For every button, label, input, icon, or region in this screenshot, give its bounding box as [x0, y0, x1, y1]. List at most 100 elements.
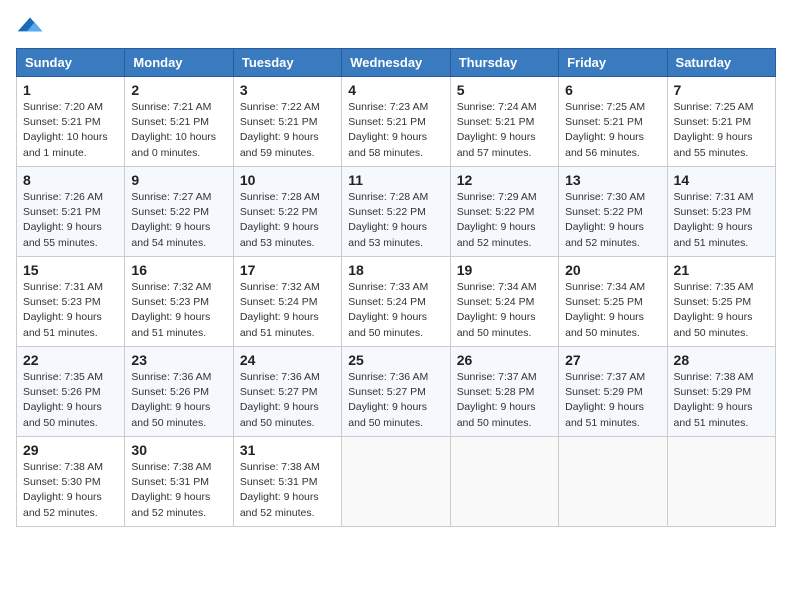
sunset-label: Sunset: 5:24 PM [240, 296, 318, 308]
daylight-label: Daylight: 9 hours and 50 minutes. [348, 401, 427, 428]
sunrise-label: Sunrise: 7:26 AM [23, 191, 103, 203]
daylight-label: Daylight: 9 hours and 52 minutes. [457, 221, 536, 248]
cell-content: Sunrise: 7:28 AM Sunset: 5:22 PM Dayligh… [240, 190, 335, 251]
day-number: 9 [131, 172, 226, 188]
day-number: 22 [23, 352, 118, 368]
sunset-label: Sunset: 5:22 PM [457, 206, 535, 218]
daylight-label: Daylight: 9 hours and 55 minutes. [674, 131, 753, 158]
calendar-cell: 24 Sunrise: 7:36 AM Sunset: 5:27 PM Dayl… [233, 347, 341, 437]
daylight-label: Daylight: 9 hours and 58 minutes. [348, 131, 427, 158]
calendar-cell: 31 Sunrise: 7:38 AM Sunset: 5:31 PM Dayl… [233, 437, 341, 527]
calendar-cell: 4 Sunrise: 7:23 AM Sunset: 5:21 PM Dayli… [342, 77, 450, 167]
sunset-label: Sunset: 5:31 PM [131, 476, 209, 488]
weekday-header-friday: Friday [559, 49, 667, 77]
sunrise-label: Sunrise: 7:24 AM [457, 101, 537, 113]
sunrise-label: Sunrise: 7:38 AM [674, 371, 754, 383]
daylight-label: Daylight: 9 hours and 51 minutes. [131, 311, 210, 338]
logo-icon [16, 16, 44, 36]
weekday-header-sunday: Sunday [17, 49, 125, 77]
cell-content: Sunrise: 7:25 AM Sunset: 5:21 PM Dayligh… [674, 100, 769, 161]
calendar-week-row: 15 Sunrise: 7:31 AM Sunset: 5:23 PM Dayl… [17, 257, 776, 347]
day-number: 23 [131, 352, 226, 368]
sunset-label: Sunset: 5:21 PM [23, 116, 101, 128]
day-number: 8 [23, 172, 118, 188]
sunrise-label: Sunrise: 7:38 AM [131, 461, 211, 473]
daylight-label: Daylight: 9 hours and 50 minutes. [23, 401, 102, 428]
day-number: 25 [348, 352, 443, 368]
cell-content: Sunrise: 7:38 AM Sunset: 5:31 PM Dayligh… [240, 460, 335, 521]
sunrise-label: Sunrise: 7:20 AM [23, 101, 103, 113]
sunrise-label: Sunrise: 7:35 AM [674, 281, 754, 293]
calendar-week-row: 29 Sunrise: 7:38 AM Sunset: 5:30 PM Dayl… [17, 437, 776, 527]
sunset-label: Sunset: 5:24 PM [457, 296, 535, 308]
sunset-label: Sunset: 5:21 PM [23, 206, 101, 218]
cell-content: Sunrise: 7:30 AM Sunset: 5:22 PM Dayligh… [565, 190, 660, 251]
day-number: 18 [348, 262, 443, 278]
sunrise-label: Sunrise: 7:29 AM [457, 191, 537, 203]
cell-content: Sunrise: 7:32 AM Sunset: 5:23 PM Dayligh… [131, 280, 226, 341]
day-number: 6 [565, 82, 660, 98]
daylight-label: Daylight: 9 hours and 55 minutes. [23, 221, 102, 248]
daylight-label: Daylight: 9 hours and 51 minutes. [565, 401, 644, 428]
calendar-cell: 17 Sunrise: 7:32 AM Sunset: 5:24 PM Dayl… [233, 257, 341, 347]
calendar-cell [667, 437, 775, 527]
sunset-label: Sunset: 5:21 PM [565, 116, 643, 128]
day-number: 12 [457, 172, 552, 188]
sunrise-label: Sunrise: 7:32 AM [240, 281, 320, 293]
calendar-cell: 30 Sunrise: 7:38 AM Sunset: 5:31 PM Dayl… [125, 437, 233, 527]
calendar-cell: 18 Sunrise: 7:33 AM Sunset: 5:24 PM Dayl… [342, 257, 450, 347]
sunrise-label: Sunrise: 7:35 AM [23, 371, 103, 383]
sunset-label: Sunset: 5:29 PM [565, 386, 643, 398]
sunset-label: Sunset: 5:27 PM [348, 386, 426, 398]
cell-content: Sunrise: 7:36 AM Sunset: 5:26 PM Dayligh… [131, 370, 226, 431]
sunset-label: Sunset: 5:21 PM [240, 116, 318, 128]
sunset-label: Sunset: 5:21 PM [348, 116, 426, 128]
calendar-cell: 13 Sunrise: 7:30 AM Sunset: 5:22 PM Dayl… [559, 167, 667, 257]
header [16, 16, 776, 36]
daylight-label: Daylight: 9 hours and 50 minutes. [457, 311, 536, 338]
calendar-cell: 2 Sunrise: 7:21 AM Sunset: 5:21 PM Dayli… [125, 77, 233, 167]
day-number: 31 [240, 442, 335, 458]
sunset-label: Sunset: 5:21 PM [131, 116, 209, 128]
daylight-label: Daylight: 9 hours and 51 minutes. [674, 221, 753, 248]
daylight-label: Daylight: 9 hours and 51 minutes. [674, 401, 753, 428]
calendar-cell: 23 Sunrise: 7:36 AM Sunset: 5:26 PM Dayl… [125, 347, 233, 437]
sunrise-label: Sunrise: 7:25 AM [674, 101, 754, 113]
day-number: 15 [23, 262, 118, 278]
calendar-cell: 28 Sunrise: 7:38 AM Sunset: 5:29 PM Dayl… [667, 347, 775, 437]
cell-content: Sunrise: 7:23 AM Sunset: 5:21 PM Dayligh… [348, 100, 443, 161]
calendar-cell: 15 Sunrise: 7:31 AM Sunset: 5:23 PM Dayl… [17, 257, 125, 347]
sunrise-label: Sunrise: 7:37 AM [457, 371, 537, 383]
calendar-cell: 22 Sunrise: 7:35 AM Sunset: 5:26 PM Dayl… [17, 347, 125, 437]
sunrise-label: Sunrise: 7:38 AM [240, 461, 320, 473]
day-number: 16 [131, 262, 226, 278]
calendar-cell: 3 Sunrise: 7:22 AM Sunset: 5:21 PM Dayli… [233, 77, 341, 167]
weekday-header-row: SundayMondayTuesdayWednesdayThursdayFrid… [17, 49, 776, 77]
day-number: 4 [348, 82, 443, 98]
day-number: 7 [674, 82, 769, 98]
day-number: 2 [131, 82, 226, 98]
calendar-cell [450, 437, 558, 527]
calendar-cell: 20 Sunrise: 7:34 AM Sunset: 5:25 PM Dayl… [559, 257, 667, 347]
weekday-header-saturday: Saturday [667, 49, 775, 77]
cell-content: Sunrise: 7:27 AM Sunset: 5:22 PM Dayligh… [131, 190, 226, 251]
day-number: 5 [457, 82, 552, 98]
day-number: 14 [674, 172, 769, 188]
day-number: 27 [565, 352, 660, 368]
sunset-label: Sunset: 5:21 PM [674, 116, 752, 128]
sunrise-label: Sunrise: 7:30 AM [565, 191, 645, 203]
calendar-cell: 1 Sunrise: 7:20 AM Sunset: 5:21 PM Dayli… [17, 77, 125, 167]
sunrise-label: Sunrise: 7:23 AM [348, 101, 428, 113]
day-number: 30 [131, 442, 226, 458]
day-number: 21 [674, 262, 769, 278]
sunset-label: Sunset: 5:23 PM [23, 296, 101, 308]
cell-content: Sunrise: 7:34 AM Sunset: 5:24 PM Dayligh… [457, 280, 552, 341]
cell-content: Sunrise: 7:37 AM Sunset: 5:29 PM Dayligh… [565, 370, 660, 431]
sunrise-label: Sunrise: 7:33 AM [348, 281, 428, 293]
daylight-label: Daylight: 9 hours and 52 minutes. [240, 491, 319, 518]
sunrise-label: Sunrise: 7:36 AM [240, 371, 320, 383]
cell-content: Sunrise: 7:38 AM Sunset: 5:30 PM Dayligh… [23, 460, 118, 521]
weekday-header-thursday: Thursday [450, 49, 558, 77]
calendar-cell: 8 Sunrise: 7:26 AM Sunset: 5:21 PM Dayli… [17, 167, 125, 257]
sunset-label: Sunset: 5:25 PM [565, 296, 643, 308]
